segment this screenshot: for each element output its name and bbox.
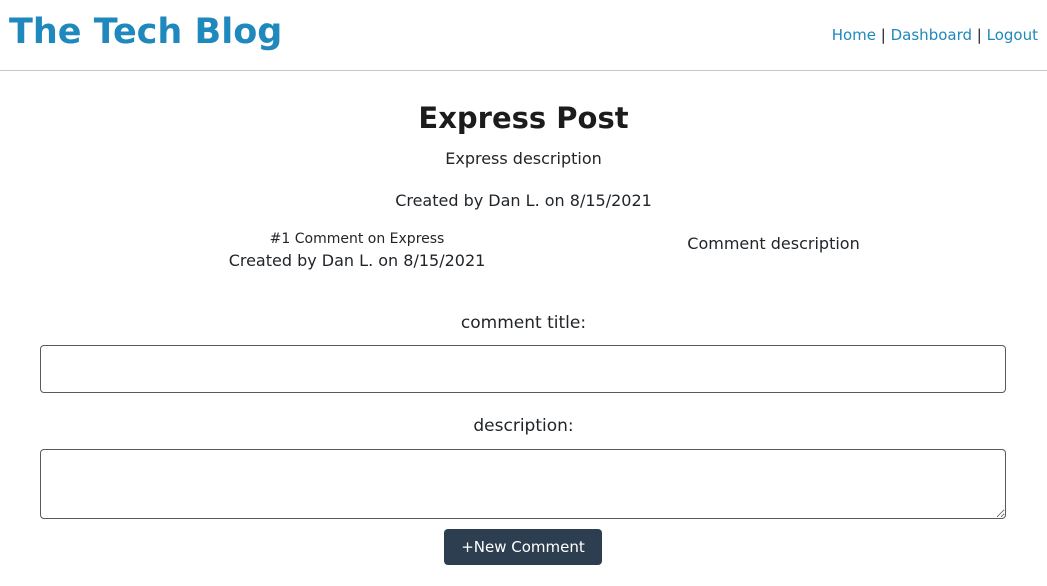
nav-separator: | [880,26,886,44]
new-comment-button[interactable]: +New Comment [444,529,602,565]
post-meta: Created by Dan L. on 8/15/2021 [395,191,652,210]
description-textarea[interactable] [40,449,1006,519]
site-title[interactable]: The Tech Blog [9,9,282,55]
nav-separator: | [976,26,982,44]
nav-link-logout[interactable]: Logout [987,26,1038,44]
nav-link-home[interactable]: Home [832,26,876,44]
nav-link-dashboard[interactable]: Dashboard [891,26,972,44]
comment-title: #1 Comment on Express [269,231,445,247]
comment-title-label: comment title: [460,313,587,333]
comment-title-input[interactable] [40,345,1006,393]
comment-header: #1 Comment on Express Created by Dan L. … [200,229,514,273]
site-header: The Tech Blog Home | Dashboard | Logout [0,0,1047,71]
nav-bar: Home | Dashboard | Logout [832,24,1038,46]
comment-description: Comment description [687,234,860,253]
post-description: Express description [445,149,602,168]
post-title: Express Post [418,101,629,135]
description-label: description: [473,416,574,436]
comment-meta: Created by Dan L. on 8/15/2021 [228,251,486,270]
